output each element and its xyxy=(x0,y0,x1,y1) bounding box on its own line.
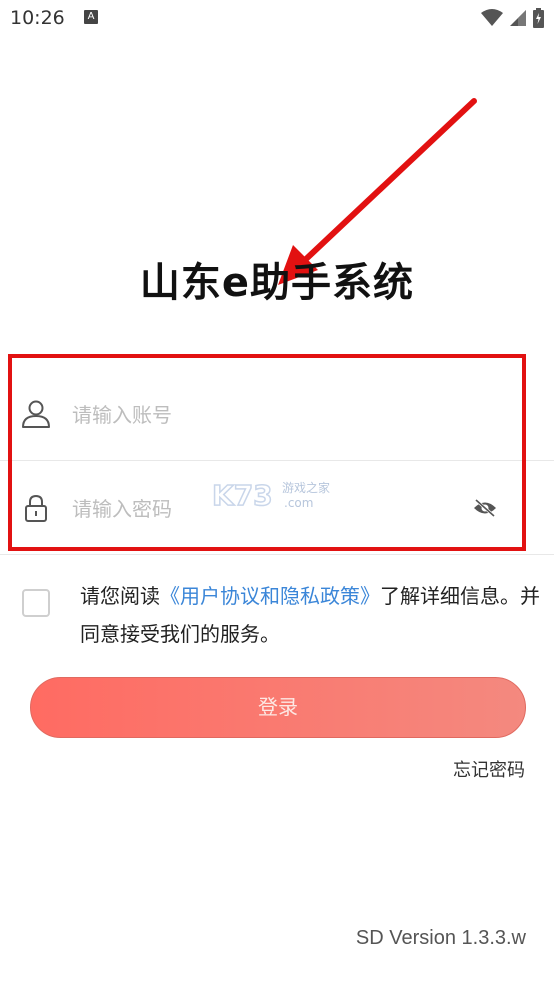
password-input[interactable] xyxy=(70,489,454,529)
app-title: 山东e助手系统 xyxy=(139,260,415,306)
account-input[interactable] xyxy=(70,395,454,435)
battery-icon xyxy=(533,8,544,28)
agreement-checkbox[interactable] xyxy=(22,589,50,617)
lock-icon xyxy=(25,494,47,522)
account-field xyxy=(0,367,554,461)
signal-icon xyxy=(510,10,526,26)
eye-off-icon[interactable] xyxy=(472,498,498,518)
password-field xyxy=(0,461,554,555)
agreement-prefix: 请您阅读 xyxy=(80,584,160,608)
agreement-text: 请您阅读《用户协议和隐私政策》了解详细信息。并同意接受我们的服务。 xyxy=(80,577,550,653)
status-time: 10:26 xyxy=(10,7,65,29)
login-button[interactable]: 登录 xyxy=(30,677,526,738)
notification-icon: A xyxy=(84,10,98,24)
version-label: SD Version 1.3.3.w xyxy=(355,927,526,949)
status-icons xyxy=(481,8,544,28)
agreement-link[interactable]: 《用户协议和隐私政策》 xyxy=(160,584,380,608)
wifi-icon xyxy=(481,9,503,26)
status-bar: 10:26 A xyxy=(0,0,554,36)
user-icon xyxy=(22,400,50,428)
forgot-password-link[interactable]: 忘记密码 xyxy=(453,756,525,782)
